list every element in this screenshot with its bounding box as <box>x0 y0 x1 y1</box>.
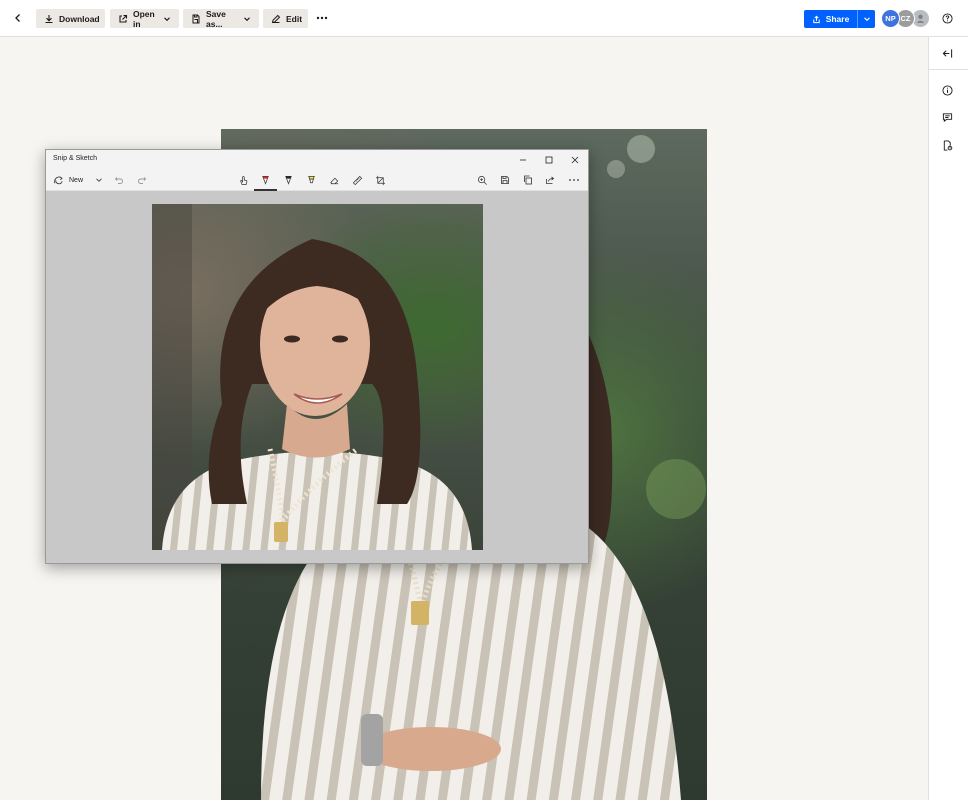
share-snip-button[interactable] <box>542 172 558 188</box>
rail-divider <box>929 69 968 70</box>
eraser-icon <box>329 177 338 184</box>
undo-icon <box>114 177 123 184</box>
top-toolbar: Download Open in Save as... Edit Share N… <box>0 0 968 37</box>
snip-title-bar[interactable]: Snip & Sketch <box>46 150 588 169</box>
save-file-icon <box>192 14 200 23</box>
portrait-photo <box>152 204 472 550</box>
new-snip-label: New <box>69 176 84 184</box>
crop-button[interactable] <box>372 172 388 188</box>
download-icon <box>45 14 53 23</box>
avatar-np[interactable]: NP <box>881 9 900 28</box>
undo-button[interactable] <box>111 172 127 188</box>
copy-button[interactable] <box>520 172 536 188</box>
share-button[interactable]: Share <box>804 10 857 28</box>
minimize-button[interactable] <box>510 150 536 169</box>
edit-label: Edit <box>286 13 303 24</box>
chevron-down-icon <box>244 16 250 21</box>
maximize-button[interactable] <box>536 150 562 169</box>
pencil-tool-button[interactable] <box>280 172 296 188</box>
close-icon <box>571 156 579 163</box>
comment-icon <box>942 112 952 122</box>
edit-button[interactable]: Edit <box>263 9 308 28</box>
open-in-label: Open in <box>133 8 155 29</box>
new-snip-dropdown[interactable] <box>92 172 106 188</box>
info-icon <box>941 84 953 96</box>
snip-window-title: Snip & Sketch <box>53 155 97 162</box>
save-icon <box>501 176 509 184</box>
help-button[interactable] <box>939 10 955 26</box>
open-in-button[interactable]: Open in <box>110 8 179 29</box>
redo-button[interactable] <box>134 172 150 188</box>
help-icon <box>941 12 953 24</box>
pencil-icon <box>271 14 281 23</box>
info-button[interactable] <box>939 82 955 98</box>
file-activity-button[interactable] <box>939 137 955 153</box>
download-label: Download <box>59 13 100 24</box>
right-side-panel <box>928 37 968 800</box>
copy-icon <box>524 175 532 185</box>
snip-toolbar: New <box>46 169 588 191</box>
chevron-left-icon <box>15 14 20 22</box>
more-icon <box>569 179 579 181</box>
highlighter-icon <box>307 175 315 184</box>
more-options-button[interactable] <box>313 10 331 26</box>
person-icon <box>916 14 925 23</box>
external-link-icon <box>119 14 128 23</box>
share-icon <box>812 15 820 23</box>
back-button[interactable] <box>9 9 27 27</box>
crop-icon <box>375 175 385 185</box>
new-snip-button[interactable]: New <box>53 172 93 188</box>
share-label: Share <box>825 14 850 24</box>
redo-icon <box>138 177 147 184</box>
file-activity-icon <box>943 139 952 151</box>
eraser-button[interactable] <box>326 172 342 188</box>
ballpoint-pen-icon <box>261 175 269 185</box>
zoom-icon <box>477 175 487 185</box>
save-button[interactable] <box>497 172 513 188</box>
chevron-down-icon <box>164 16 170 21</box>
share-options-button[interactable] <box>857 10 875 28</box>
chevron-down-icon <box>96 178 102 182</box>
collapse-panel-button[interactable] <box>939 45 955 61</box>
zoom-button[interactable] <box>474 172 490 188</box>
save-as-label: Save as... <box>206 8 226 29</box>
close-button[interactable] <box>562 150 588 169</box>
touch-writing-icon <box>239 175 247 185</box>
highlighter-button[interactable] <box>303 172 319 188</box>
save-as-button[interactable]: Save as... <box>183 8 259 29</box>
collapse-panel-icon <box>942 48 952 58</box>
snip-canvas-image[interactable] <box>152 204 483 550</box>
new-snip-icon <box>54 175 63 184</box>
snip-sketch-window: Snip & Sketch New <box>45 149 589 564</box>
touch-writing-button[interactable] <box>235 172 251 188</box>
pencil-icon <box>284 175 292 185</box>
minimize-icon <box>520 159 526 160</box>
maximize-icon <box>545 156 553 163</box>
share-icon <box>546 176 555 184</box>
comments-button[interactable] <box>939 109 955 125</box>
download-button[interactable]: Download <box>36 9 105 28</box>
active-tool-indicator <box>254 189 277 191</box>
ballpoint-pen-button[interactable] <box>257 172 273 188</box>
chevron-down-icon <box>863 17 870 22</box>
ellipsis-icon <box>316 16 328 20</box>
ruler-icon <box>352 175 362 185</box>
ruler-button[interactable] <box>349 172 365 188</box>
see-more-button[interactable] <box>566 172 582 188</box>
